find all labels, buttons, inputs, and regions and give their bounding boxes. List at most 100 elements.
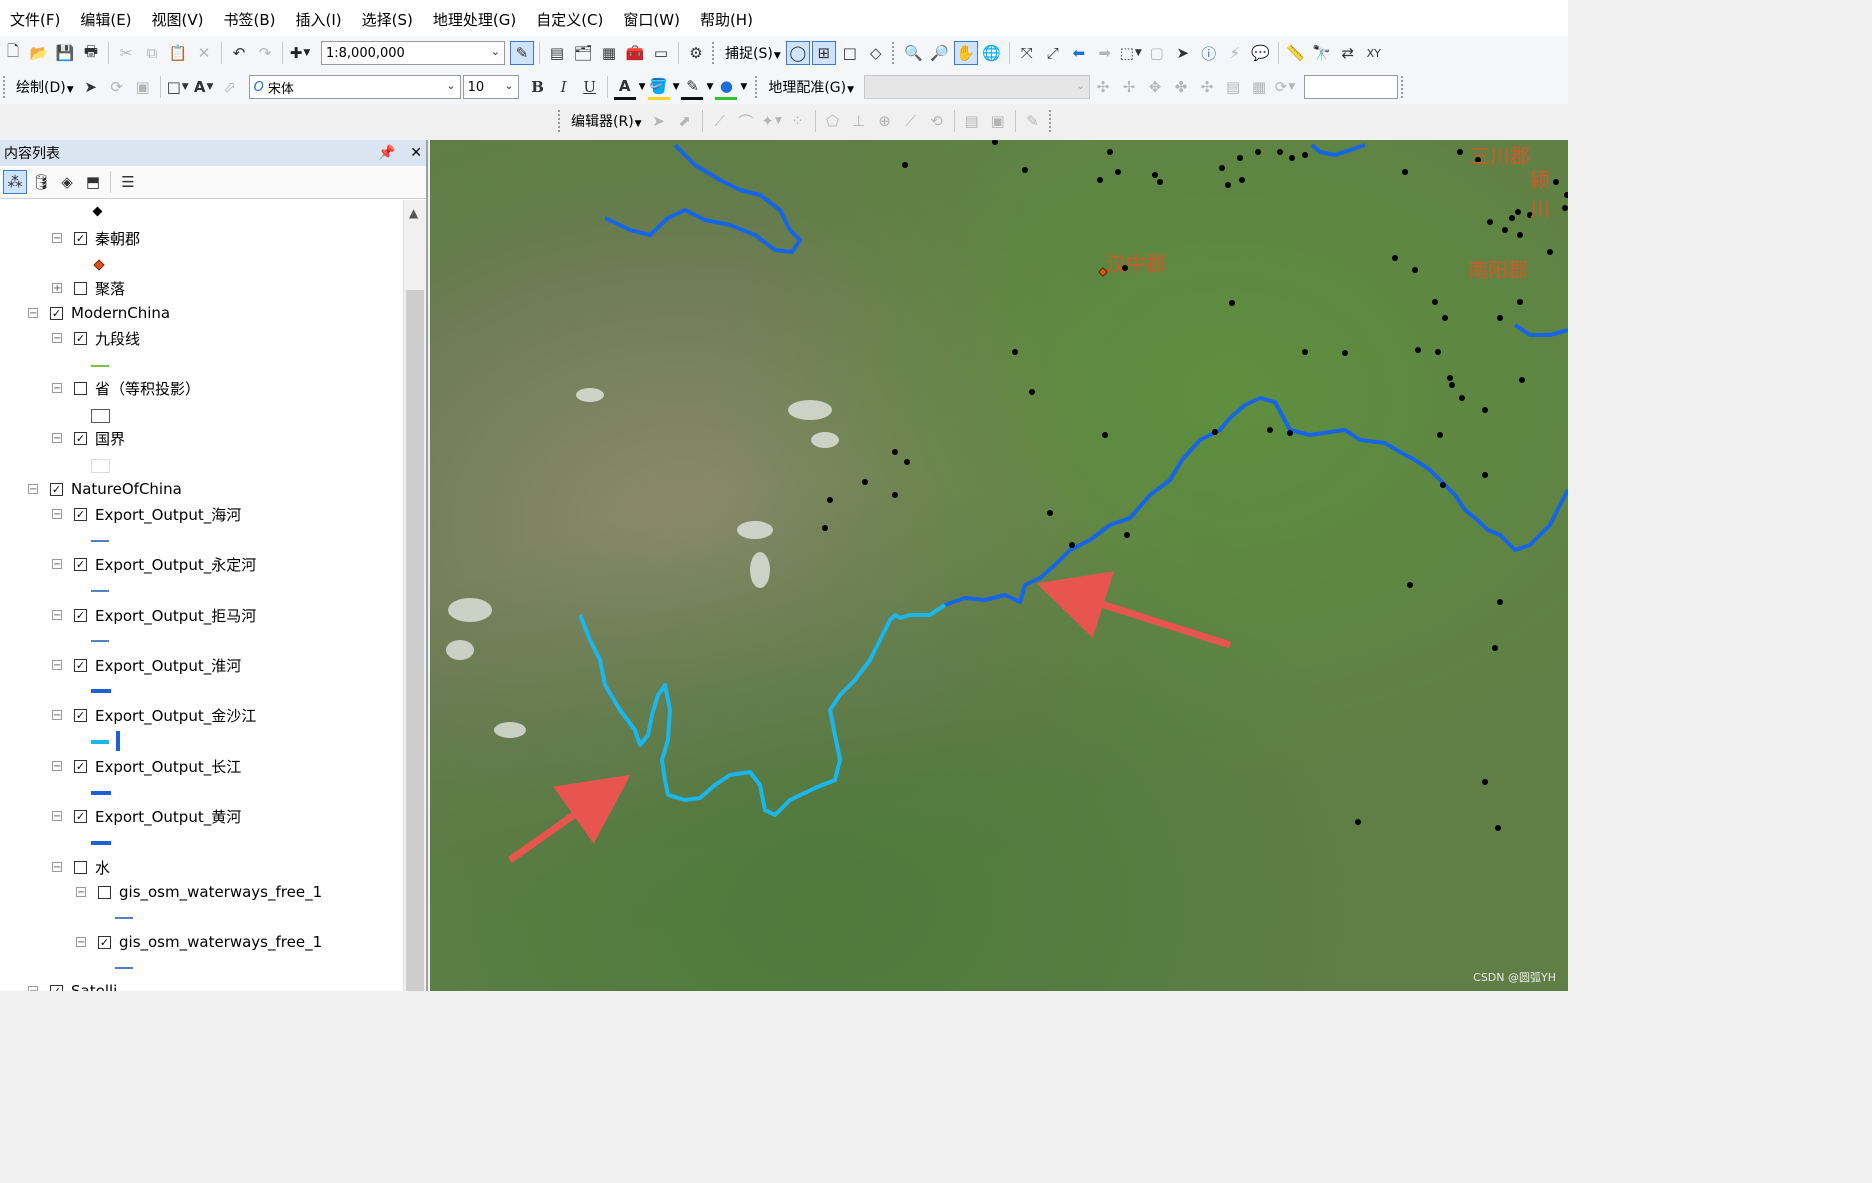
collapse-icon[interactable]: − [76, 887, 86, 898]
toolbar-grip[interactable] [1401, 76, 1407, 98]
full-extent-globe-icon[interactable]: 🌐 [981, 42, 1003, 64]
reshape-icon[interactable]: ⊥ [848, 110, 870, 132]
collapse-icon[interactable]: − [28, 986, 38, 991]
menu-bookmarks[interactable]: 书签(B) [214, 0, 286, 38]
layer-row[interactable]: − 省（等积投影） [52, 376, 200, 400]
layer-visibility-checkbox[interactable]: ✓ [50, 306, 63, 320]
zoom-to-selected-icon[interactable]: ▣ [132, 76, 154, 98]
edit-tool-icon[interactable]: ➤ [648, 110, 670, 132]
straight-segment-icon[interactable]: ⟋ [709, 110, 731, 132]
scrollbar-thumb[interactable] [406, 290, 424, 991]
text-tool-icon[interactable]: A ▼ [193, 76, 215, 98]
chevron-down-icon[interactable]: ▼ [706, 82, 713, 92]
layer-row[interactable]: − ✓ Export_Output_永定河 [52, 552, 256, 576]
collapse-icon[interactable]: − [52, 559, 62, 570]
add-control-points-icon[interactable]: ✣ [1092, 76, 1114, 98]
undo-icon[interactable]: ↶ [228, 42, 250, 64]
sketch-properties-icon[interactable]: ▣ [987, 110, 1009, 132]
pin-icon[interactable]: 📌 [378, 145, 395, 161]
map-scale-combo[interactable]: 1:8,000,000 ⌄ [321, 41, 505, 65]
layer-visibility-checkbox[interactable]: ✓ [74, 557, 87, 571]
layer-visibility-checkbox[interactable] [74, 381, 87, 395]
layer-row[interactable]: − gis_osm_waterways_free_1 [76, 880, 322, 904]
rectangle-icon[interactable]: □ ▼ [167, 76, 189, 98]
select-features-icon[interactable]: ⬚ ▼ [1120, 42, 1142, 64]
font-color-button[interactable]: A [613, 75, 636, 100]
layer-row[interactable]: − ✓ Export_Output_长江 [52, 754, 241, 778]
arctoolbox-icon[interactable]: 🧰 [624, 42, 646, 64]
edge-snapping-icon[interactable]: ◇ [865, 42, 887, 64]
list-by-drawing-order-icon[interactable]: ⁂ [3, 170, 27, 194]
measure-icon[interactable]: 📏 [1285, 42, 1307, 64]
font-size-combo[interactable]: 10 ⌄ [462, 75, 519, 99]
toolbar-grip[interactable] [1048, 110, 1055, 132]
select-arrow-icon[interactable]: ➤ [80, 76, 102, 98]
menu-help[interactable]: 帮助(H) [690, 0, 763, 38]
italic-button[interactable]: I [553, 76, 575, 98]
layer-visibility-checkbox[interactable]: ✓ [74, 708, 87, 722]
redo-icon[interactable]: ↷ [254, 42, 276, 64]
layer-visibility-checkbox[interactable]: ✓ [74, 231, 87, 245]
search-window-icon[interactable]: ▦ [598, 42, 620, 64]
collapse-icon[interactable]: − [28, 484, 38, 495]
pan-hand-icon[interactable]: ✋ [953, 41, 978, 65]
snapping-menu[interactable]: 捕捉(S)▼ [721, 43, 785, 63]
hyperlink-icon[interactable]: ⚡ [1224, 42, 1246, 64]
control-points-2-icon[interactable]: ✥ [1144, 76, 1166, 98]
collapse-icon[interactable]: − [52, 333, 62, 344]
line-color-icon[interactable]: ✎ [681, 75, 704, 100]
layer-visibility-checkbox[interactable] [74, 281, 87, 295]
collapse-icon[interactable]: − [52, 761, 62, 772]
chevron-down-icon[interactable]: ▼ [673, 82, 680, 92]
menu-view[interactable]: 视图(V) [142, 0, 214, 38]
collapse-icon[interactable]: − [52, 383, 62, 394]
bold-button[interactable]: B [527, 76, 549, 98]
menu-edit[interactable]: 编辑(E) [70, 0, 141, 38]
zoom-in-icon[interactable]: 🔍 [903, 42, 925, 64]
toolbar-grip[interactable] [712, 42, 718, 64]
attributes-icon[interactable]: ▤ [961, 110, 983, 132]
draw-menu[interactable]: 绘制(D)▼ [12, 77, 78, 97]
new-icon[interactable]: 🗋 [2, 42, 24, 64]
layer-row[interactable]: − ✓ Export_Output_海河 [52, 502, 241, 526]
list-by-visibility-icon[interactable]: ◈ [56, 171, 78, 193]
close-icon[interactable]: ✕ [410, 145, 422, 161]
collapse-icon[interactable]: − [52, 710, 62, 721]
layer-visibility-checkbox[interactable]: ✓ [74, 759, 87, 773]
layer-visibility-checkbox[interactable]: ✓ [50, 482, 63, 496]
toolbar-grip[interactable] [755, 76, 761, 98]
menu-selection[interactable]: 选择(S) [352, 0, 423, 38]
layer-visibility-checkbox[interactable]: ✓ [74, 331, 87, 345]
collapse-icon[interactable]: − [76, 937, 86, 948]
group-layer-row[interactable]: − ✓ ModernChina [28, 301, 170, 325]
layer-visibility-checkbox[interactable]: ✓ [74, 608, 87, 622]
group-layer-row[interactable]: − 水 [52, 855, 110, 879]
layer-row[interactable]: − ✓ 国界 [52, 426, 125, 450]
open-folder-icon[interactable]: 📂 [28, 42, 50, 64]
go-to-xy-icon[interactable]: XY [1363, 42, 1385, 64]
point-icon[interactable]: ⁘ [787, 110, 809, 132]
collapse-icon[interactable]: − [52, 862, 62, 873]
layer-visibility-checkbox[interactable]: ✓ [98, 935, 111, 949]
collapse-icon[interactable]: − [52, 610, 62, 621]
map-view[interactable]: 三川郡 颍川 汉中郡 南阳郡 CSDN @圆弧YH [430, 140, 1568, 991]
toc-scrollbar[interactable]: ▲ [403, 200, 426, 991]
menu-customize[interactable]: 自定义(C) [526, 0, 613, 38]
forward-arrow-icon[interactable]: ➡ [1094, 42, 1116, 64]
georef-layer-combo[interactable]: ⌄ [864, 75, 1091, 99]
layer-row[interactable]: − ✓ Export_Output_淮河 [52, 653, 241, 677]
identify-icon[interactable]: ⓘ [1198, 42, 1220, 64]
layer-row[interactable]: − ✓ gis_osm_waterways_free_1 [76, 930, 322, 954]
collapse-icon[interactable]: − [52, 509, 62, 520]
trace-icon[interactable]: ✦ ▼ [761, 110, 783, 132]
cut-polygons-icon[interactable]: ⊕ [874, 110, 896, 132]
vertex-snapping-icon[interactable]: □ [839, 42, 861, 64]
catalog-icon[interactable]: 🗂 [572, 42, 594, 64]
options-icon[interactable]: ☰ [117, 171, 139, 193]
list-by-selection-icon[interactable]: ⬒ [82, 171, 104, 193]
cut-icon[interactable]: ✂ [115, 42, 137, 64]
underline-button[interactable]: U [579, 76, 601, 98]
chevron-down-icon[interactable]: ▼ [639, 82, 646, 92]
toolbar-grip[interactable] [3, 76, 9, 98]
collapse-icon[interactable]: − [28, 308, 38, 319]
